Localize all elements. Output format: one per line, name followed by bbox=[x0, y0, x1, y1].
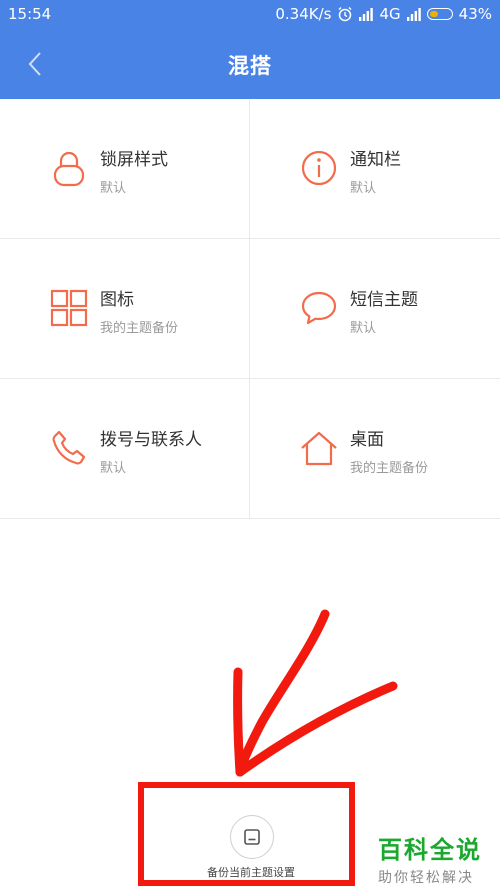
watermark-subtitle: 助你轻松解决 bbox=[378, 870, 474, 886]
watermark-title: 百科全说 bbox=[378, 836, 482, 864]
backup-label: 备份当前主题设置 bbox=[207, 866, 295, 879]
backup-button[interactable] bbox=[230, 815, 274, 859]
watermark: 百科全说 助你轻松解决 bbox=[378, 830, 488, 887]
annotation-arrow bbox=[233, 609, 398, 777]
save-icon bbox=[244, 829, 260, 845]
